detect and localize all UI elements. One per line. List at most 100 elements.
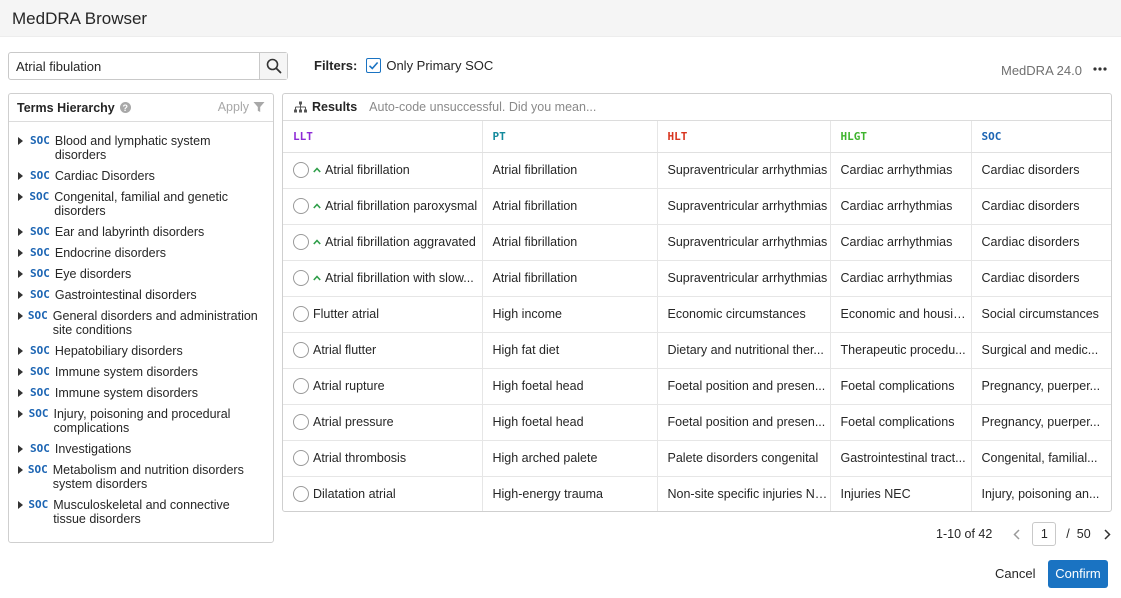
row-select-radio[interactable] xyxy=(293,450,309,466)
search-button[interactable] xyxy=(259,53,287,79)
soc-tag: SOC xyxy=(30,386,50,399)
hierarchy-item[interactable]: SOC Investigations xyxy=(9,440,273,461)
hierarchy-item[interactable]: SOC Musculoskeletal and connective tissue… xyxy=(9,496,273,531)
row-select-radio[interactable] xyxy=(293,342,309,358)
row-select-radio[interactable] xyxy=(293,162,309,178)
llt-text: Atrial rupture xyxy=(313,379,385,393)
pt-cell: High income xyxy=(482,296,658,333)
hierarchy-item[interactable]: SOC Endocrine disorders xyxy=(9,244,273,265)
soc-tag: SOC xyxy=(27,463,48,476)
table-row[interactable]: Dilatation atrial High-energy trauma Non-s… xyxy=(283,476,1111,511)
column-header-llt[interactable]: LLT xyxy=(283,121,483,153)
window-title: MedDRA Browser xyxy=(12,9,148,28)
hlgt-cell: Gastrointestinal tract... xyxy=(830,440,972,477)
hlt-cell: Supraventricular arrhythmias xyxy=(657,152,831,189)
llt-text: Atrial fibrillation with slow... xyxy=(325,271,474,285)
search-input[interactable] xyxy=(9,53,259,79)
row-select-radio[interactable] xyxy=(293,270,309,286)
soc-cell: Social circumstances xyxy=(971,296,1111,333)
caret-right-icon[interactable] xyxy=(18,246,26,260)
hierarchy-item[interactable]: SOC Cardiac Disorders xyxy=(9,167,273,188)
row-select-radio[interactable] xyxy=(293,486,309,503)
table-row[interactable]: Atrial rupture High foetal head Foetal pos… xyxy=(283,368,1111,405)
caret-right-icon[interactable] xyxy=(18,267,26,281)
hierarchy-item[interactable]: SOC Immune system disorders xyxy=(9,384,273,405)
row-select-radio[interactable] xyxy=(293,306,309,322)
table-row[interactable]: Atrial fibrillation paroxysmal Atrial fib… xyxy=(283,188,1111,225)
column-header-hlgt[interactable]: HLGT xyxy=(830,121,972,153)
table-row[interactable]: Atrial fibrillation Atrial fibrillation Su… xyxy=(283,152,1111,189)
soc-tag: SOC xyxy=(28,498,49,511)
table-row[interactable]: Atrial thrombosis High arched palete Palet… xyxy=(283,440,1111,477)
row-select-radio[interactable] xyxy=(293,198,309,214)
column-header-soc[interactable]: SOC xyxy=(971,121,1111,153)
table-row[interactable]: Atrial fibrillation aggravated Atrial fib… xyxy=(283,224,1111,261)
caret-right-icon[interactable] xyxy=(18,169,26,183)
only-primary-soc-filter[interactable]: Only Primary SOC xyxy=(366,58,493,73)
only-primary-soc-checkbox[interactable] xyxy=(366,58,382,73)
llt-text: Atrial flutter xyxy=(313,343,377,357)
table-row[interactable]: Atrial pressure High foetal head Foetal po… xyxy=(283,404,1111,441)
hlgt-cell: Cardiac arrhythmias xyxy=(830,152,972,189)
hierarchy-item[interactable]: SOC Gastrointestinal disorders xyxy=(9,286,273,307)
hierarchy-item[interactable]: SOC Metabolism and nutrition disorders sy… xyxy=(9,461,273,496)
caret-right-icon[interactable] xyxy=(18,225,26,239)
caret-right-icon[interactable] xyxy=(18,134,26,148)
hierarchy-item[interactable]: SOC Eye disorders xyxy=(9,265,273,286)
hierarchy-item-label: Immune system disorders xyxy=(54,365,198,379)
caret-right-icon[interactable] xyxy=(18,309,24,323)
caret-right-icon[interactable] xyxy=(18,498,24,512)
next-page-button[interactable] xyxy=(1102,524,1114,544)
caret-right-icon[interactable] xyxy=(18,386,26,400)
row-select-radio[interactable] xyxy=(293,378,309,394)
caret-right-icon[interactable] xyxy=(18,407,25,421)
pagination-range: 1-10 of 42 xyxy=(936,527,993,541)
pagination: 1-10 of 42 1 / 50 xyxy=(936,522,1114,546)
terms-hierarchy-title: Terms Hierarchy xyxy=(17,100,115,115)
table-row[interactable]: Atrial fibrillation with slow... Atrial f… xyxy=(283,260,1111,297)
filters-bar: Filters: Only Primary SOC xyxy=(314,58,493,73)
soc-tag: SOC xyxy=(30,288,50,301)
pt-cell: Atrial fibrillation xyxy=(482,152,658,189)
hierarchy-item[interactable]: SOC General disorders and administration … xyxy=(9,307,273,342)
table-row[interactable]: Flutter atrial High income Economic circum… xyxy=(283,296,1111,333)
hierarchy-item[interactable]: SOC Congenital, familial and genetic diso… xyxy=(9,188,273,223)
llt-text: Atrial pressure xyxy=(313,415,394,429)
hlt-cell: Economic circumstances xyxy=(657,296,831,333)
hierarchy-item[interactable]: SOC Hepatobiliary disorders xyxy=(9,342,273,363)
hlgt-cell: Cardiac arrhythmias xyxy=(830,260,972,297)
column-header-hlt[interactable]: HLT xyxy=(657,121,831,153)
primary-soc-marker-icon xyxy=(313,239,321,245)
caret-right-icon[interactable] xyxy=(18,190,25,204)
apply-filter-button[interactable]: Apply xyxy=(218,100,265,114)
results-table-body: Atrial fibrillation Atrial fibrillation Su… xyxy=(283,152,1111,511)
confirm-button[interactable]: Confirm xyxy=(1048,560,1108,588)
table-row[interactable]: Atrial flutter High fat diet Dietary and n… xyxy=(283,332,1111,369)
hierarchy-item[interactable]: SOC Blood and lymphatic system disorders xyxy=(9,132,273,167)
column-header-pt[interactable]: PT xyxy=(482,121,658,153)
hlgt-cell: Cardiac arrhythmias xyxy=(830,224,972,261)
page-number-input[interactable]: 1 xyxy=(1032,522,1057,546)
hierarchy-item[interactable]: SOC Injury, poisoning and procedural comp… xyxy=(9,405,273,440)
hierarchy-item-label: Gastrointestinal disorders xyxy=(54,288,197,302)
chevron-right-icon xyxy=(1104,528,1111,540)
help-icon[interactable]: ? xyxy=(119,102,131,113)
more-options-button[interactable] xyxy=(1091,60,1109,78)
hierarchy-item[interactable]: SOC Ear and labyrinth disorders xyxy=(9,223,273,244)
caret-right-icon[interactable] xyxy=(18,442,26,456)
row-select-radio[interactable] xyxy=(293,234,309,250)
caret-right-icon[interactable] xyxy=(18,344,26,358)
cancel-button[interactable]: Cancel xyxy=(989,560,1041,588)
soc-cell: Pregnancy, puerper... xyxy=(971,404,1111,441)
hlt-cell: Supraventricular arrhythmias xyxy=(657,224,831,261)
previous-page-button[interactable] xyxy=(1010,524,1022,544)
caret-right-icon[interactable] xyxy=(18,463,24,477)
hlt-cell: Foetal position and presen... xyxy=(657,404,831,441)
hierarchy-item[interactable]: SOC Immune system disorders xyxy=(9,363,273,384)
caret-right-icon[interactable] xyxy=(18,365,26,379)
caret-right-icon[interactable] xyxy=(18,288,26,302)
row-select-radio[interactable] xyxy=(293,414,309,430)
soc-tag: SOC xyxy=(30,365,50,378)
llt-text: Atrial thrombosis xyxy=(313,451,407,465)
checkmark-icon xyxy=(369,61,379,70)
